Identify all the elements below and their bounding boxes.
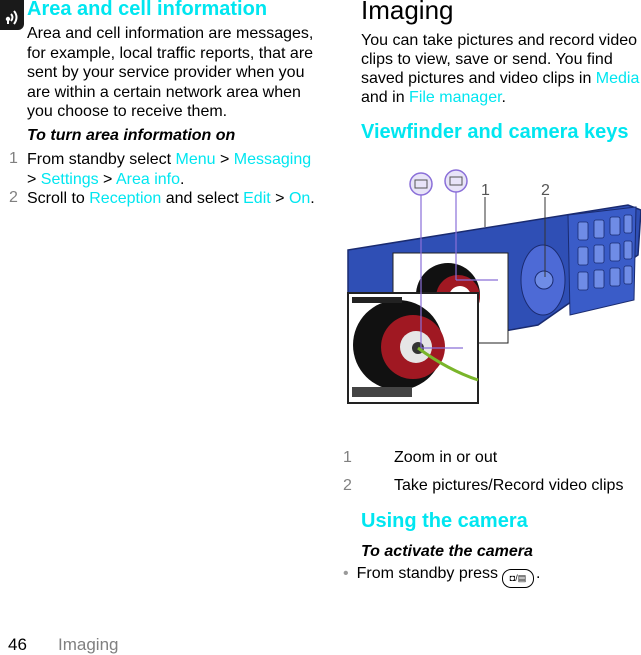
footer-section: Imaging [58, 635, 119, 654]
phone-illustration: 1 2 [338, 165, 641, 415]
section-heading: Area and cell information [27, 0, 268, 20]
procedure-title: To activate the camera [361, 543, 533, 560]
menu-path-link[interactable]: Messaging [234, 151, 311, 168]
step-text-part: . [310, 190, 315, 207]
legend-text: Zoom in or out [394, 449, 498, 466]
intro-text: and in [361, 89, 410, 106]
menu-path-link[interactable]: Settings [41, 171, 99, 188]
page-title: Imaging [361, 0, 454, 25]
step-text-part: > [270, 190, 289, 207]
menu-path-link[interactable]: On [289, 190, 310, 207]
step-text-part: > [98, 170, 116, 188]
media-link[interactable]: Media [596, 70, 640, 87]
legend-number: 2 [343, 477, 352, 494]
step-text-part: Scroll to [27, 190, 90, 207]
center-select-key [534, 270, 554, 290]
camera-mode-icon [409, 172, 433, 196]
step-text-part: and select [161, 190, 244, 207]
step-text: From standby select Menu > Messaging > S… [27, 150, 317, 189]
step-number: 1 [9, 150, 18, 167]
bullet-text: From standby press [356, 565, 498, 582]
callout-1: 1 [481, 182, 490, 199]
subheading-viewfinder: Viewfinder and camera keys [361, 121, 629, 143]
step-text: Scroll to Reception and select Edit > On… [27, 189, 317, 209]
bullet-end: . [536, 565, 541, 582]
page-number: 46 [8, 635, 27, 654]
menu-path-link[interactable]: Reception [89, 190, 161, 207]
menu-path-link[interactable]: Area info [116, 171, 180, 188]
step-text-part: . [180, 170, 185, 188]
bullet-icon: • [343, 565, 349, 582]
step-text-part: > [215, 151, 234, 168]
section-paragraph: Area and cell information are messages, … [27, 25, 314, 120]
step-text-part: From standby select [27, 151, 176, 168]
intro-text: . [501, 89, 506, 106]
file-manager-link[interactable]: File manager [409, 89, 502, 106]
network-service-icon [0, 0, 24, 30]
procedure-title: To turn area information on [27, 127, 236, 144]
step-text-part: > [27, 170, 41, 188]
video-mode-icon [444, 169, 468, 193]
intro-paragraph: You can take pictures and record video c… [361, 31, 641, 107]
callout-2: 2 [541, 182, 550, 199]
menu-path-link[interactable]: Edit [243, 190, 271, 207]
camera-key-icon: ◘/▤ [502, 569, 534, 588]
bullet-item: • From standby press ◘/▤. [343, 565, 540, 588]
legend-number: 1 [343, 449, 352, 466]
step-number: 2 [9, 189, 18, 206]
menu-path-link[interactable]: Menu [176, 151, 216, 168]
legend-text: Take pictures/Record video clips [394, 477, 624, 494]
subheading-using-camera: Using the camera [361, 510, 528, 532]
